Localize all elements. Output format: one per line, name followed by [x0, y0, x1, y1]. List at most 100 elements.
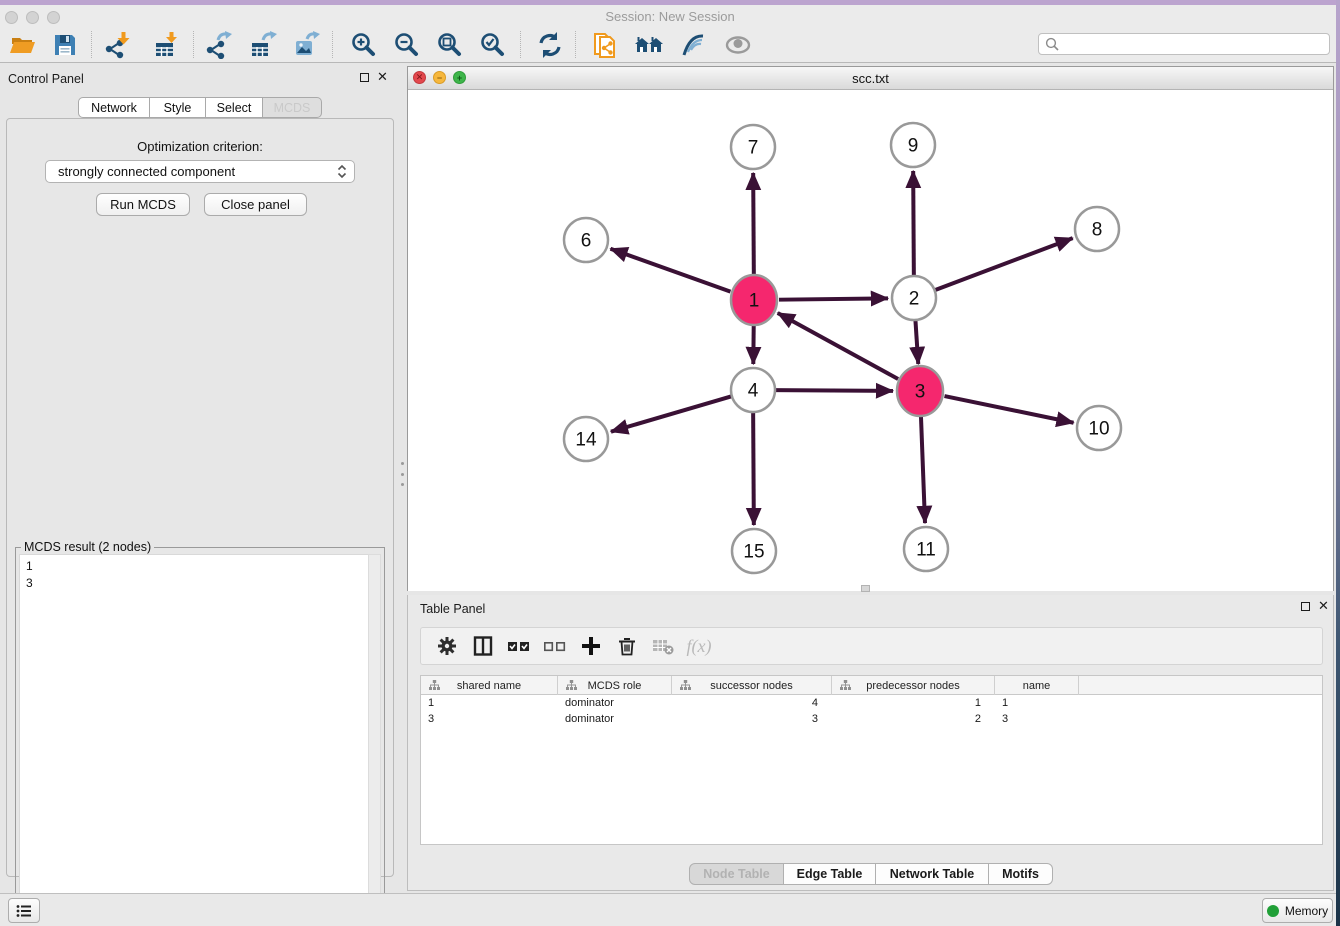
- tab-mcds[interactable]: MCDS: [263, 97, 322, 118]
- tab-style[interactable]: Style: [150, 97, 206, 118]
- delete-row-icon[interactable]: [609, 632, 645, 660]
- zoom-out-icon[interactable]: [392, 30, 422, 60]
- cell-predecessor-nodes: 1: [832, 695, 995, 711]
- cell-shared-name: 3: [421, 711, 558, 727]
- clone-network-icon[interactable]: [590, 30, 620, 60]
- memory-button[interactable]: Memory: [1262, 898, 1333, 923]
- graph-node-label-9: 9: [908, 136, 919, 157]
- table-settings-icon[interactable]: [429, 632, 465, 660]
- zoom-in-icon[interactable]: [349, 30, 379, 60]
- graph-node-label-7: 7: [748, 138, 759, 159]
- open-session-icon[interactable]: [8, 30, 38, 60]
- column-header-filler: [1079, 676, 1322, 695]
- cell-name: 1: [995, 695, 1079, 711]
- result-scrollbar[interactable]: [368, 554, 381, 920]
- mcds-result-text: 1 3: [20, 555, 368, 595]
- tab-select[interactable]: Select: [206, 97, 263, 118]
- optimization-label: Optimization criterion:: [7, 139, 393, 154]
- deselect-all-rows-icon[interactable]: [537, 632, 573, 660]
- memory-label: Memory: [1285, 904, 1328, 918]
- column-visibility-icon[interactable]: [465, 632, 501, 660]
- network-window-titlebar[interactable]: ✕ − + scc.txt: [408, 67, 1333, 90]
- control-panel: Control Panel ✕ NetworkStyleSelectMCDS O…: [0, 66, 400, 880]
- float-panel-icon[interactable]: [360, 73, 369, 82]
- main-toolbar: [0, 27, 1340, 63]
- graph-edge-4-3[interactable]: [775, 390, 893, 391]
- export-network-icon[interactable]: [204, 30, 234, 60]
- criterion-dropdown[interactable]: strongly connected component: [45, 160, 355, 183]
- search-field[interactable]: [1038, 33, 1330, 55]
- tab-motifs[interactable]: Motifs: [989, 863, 1053, 885]
- column-header-name[interactable]: name: [995, 676, 1079, 695]
- mcds-result-groupbox: MCDS result (2 nodes) 1 3: [15, 547, 385, 924]
- function-builder-icon: f(x): [681, 632, 717, 660]
- graph-edge-1-2[interactable]: [779, 298, 888, 299]
- graph-edge-1-6[interactable]: [610, 249, 730, 292]
- export-table-icon[interactable]: [248, 30, 278, 60]
- graph-edge-1-7[interactable]: [753, 173, 754, 275]
- table-panel-tabs: Node TableEdge TableNetwork TableMotifs: [689, 863, 1053, 885]
- network-window-title: scc.txt: [408, 71, 1333, 86]
- control-panel-title: Control Panel: [8, 72, 84, 86]
- close-panel-button[interactable]: Close panel: [204, 193, 307, 216]
- graph-node-label-8: 8: [1092, 220, 1103, 241]
- graph-edge-3-10[interactable]: [944, 396, 1073, 423]
- fit-content-icon[interactable]: [435, 30, 465, 60]
- float-panel-icon[interactable]: [1301, 602, 1310, 611]
- run-mcds-button[interactable]: Run MCDS: [96, 193, 190, 216]
- network-canvas[interactable]: 1234678910111415: [408, 90, 1333, 591]
- column-header-successor-nodes[interactable]: successor nodes: [672, 676, 832, 695]
- task-history-button[interactable]: [8, 898, 40, 923]
- tab-network-table[interactable]: Network Table: [876, 863, 989, 885]
- column-header-shared-name[interactable]: shared name: [421, 676, 558, 695]
- criterion-value: strongly connected component: [58, 164, 235, 179]
- import-network-icon[interactable]: [103, 30, 133, 60]
- graph-edge-4-15[interactable]: [753, 412, 754, 525]
- table-panel-title: Table Panel: [420, 602, 485, 616]
- control-panel-tabs: NetworkStyleSelectMCDS: [78, 97, 322, 118]
- cell-MCDS-role: dominator: [558, 711, 672, 727]
- import-table-icon[interactable]: [151, 30, 181, 60]
- graph-edge-2-8[interactable]: [935, 238, 1073, 290]
- save-session-icon[interactable]: [50, 30, 80, 60]
- table-toolbar: f(x): [420, 627, 1323, 665]
- graph-edge-2-9[interactable]: [913, 171, 914, 276]
- column-header-predecessor-nodes[interactable]: predecessor nodes: [832, 676, 995, 695]
- tab-network[interactable]: Network: [78, 97, 150, 118]
- show-graphics-details-icon[interactable]: [723, 30, 753, 60]
- table-header-row[interactable]: shared nameMCDS rolesuccessor nodesprede…: [421, 676, 1322, 695]
- graph-node-label-4: 4: [748, 381, 759, 402]
- birds-eye-view-icon[interactable]: [677, 30, 707, 60]
- graph-node-label-2: 2: [909, 289, 920, 310]
- add-row-icon[interactable]: [573, 632, 609, 660]
- close-panel-icon[interactable]: ✕: [1318, 599, 1329, 613]
- status-bar: Memory: [0, 893, 1340, 926]
- toolbar-separator: [91, 31, 92, 58]
- welcome-screen-icon[interactable]: [634, 30, 664, 60]
- cell-predecessor-nodes: 2: [832, 711, 995, 727]
- search-input[interactable]: [1064, 36, 1323, 52]
- close-panel-icon[interactable]: ✕: [377, 70, 388, 84]
- table-panel: Table Panel ✕ f(x): [407, 595, 1334, 891]
- tab-edge-table[interactable]: Edge Table: [784, 863, 876, 885]
- graph-node-label-11: 11: [916, 540, 936, 561]
- graph-edge-4-14[interactable]: [611, 396, 732, 431]
- select-all-rows-icon[interactable]: [501, 632, 537, 660]
- table-row-2[interactable]: 3dominator323: [421, 711, 1322, 727]
- refresh-layout-icon[interactable]: [535, 30, 565, 60]
- mcds-result-title: MCDS result (2 nodes): [21, 540, 154, 554]
- horizontal-splitter-handle[interactable]: [861, 585, 870, 592]
- column-header-MCDS-role[interactable]: MCDS role: [558, 676, 672, 695]
- zoom-selected-icon[interactable]: [478, 30, 508, 60]
- list-icon: [16, 904, 32, 918]
- export-image-icon[interactable]: [292, 30, 322, 60]
- cell-successor-nodes: 4: [672, 695, 832, 711]
- toolbar-separator: [332, 31, 333, 58]
- table-row-1[interactable]: 1dominator411: [421, 695, 1322, 711]
- vertical-splitter-handle[interactable]: [401, 462, 405, 486]
- graph-edge-3-1[interactable]: [778, 313, 898, 379]
- graph-edge-3-11[interactable]: [921, 416, 925, 523]
- mcds-result-area[interactable]: 1 3: [19, 554, 368, 920]
- tab-node-table[interactable]: Node Table: [689, 863, 784, 885]
- graph-edge-2-3[interactable]: [915, 320, 918, 364]
